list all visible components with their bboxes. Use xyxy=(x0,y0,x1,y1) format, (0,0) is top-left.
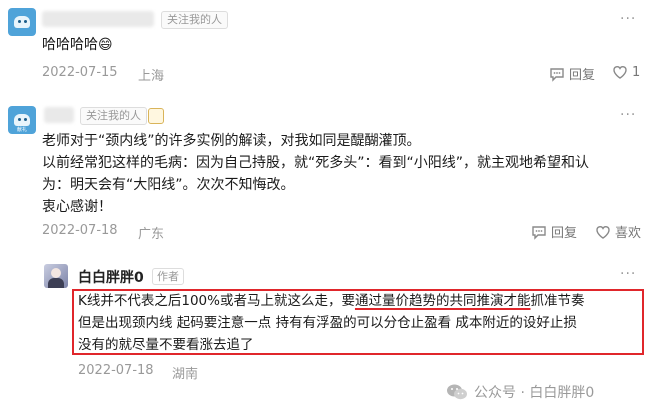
reply-icon xyxy=(550,67,564,82)
like-button[interactable]: 1 xyxy=(612,64,640,80)
laugh-emoji-icon: 😄 xyxy=(98,37,113,53)
follow-badge: 关注我的人 xyxy=(80,107,147,125)
highlighted-phrase: 通过量价趋势的共同推演才能 xyxy=(354,293,531,309)
watermark: 公众号 · 白白胖胖0 xyxy=(446,382,594,402)
author-badge: 作者 xyxy=(152,268,184,285)
like-count: 1 xyxy=(632,64,641,80)
reply-location: 湖南 xyxy=(172,367,199,382)
comment-text: 老师对于“颈内线”的许多实例的解读，对我如同是醍醐灌顶。 以前经常犯这样的毛病：… xyxy=(42,133,590,215)
more-options-icon[interactable]: ··· xyxy=(620,266,636,282)
like-button[interactable]: 喜欢 xyxy=(595,222,641,241)
avatar-caption: 献礼 xyxy=(17,127,28,133)
more-options-icon[interactable]: ··· xyxy=(620,107,636,123)
comment-date: 2022-07-18 xyxy=(42,223,118,238)
commenter-name-blurred xyxy=(44,107,74,123)
author-reply-text: K线并不代表之后100%或者马上就这么走，要通过量价趋势的共同推演才能抓准节奏 … xyxy=(78,293,585,353)
more-options-icon[interactable]: ··· xyxy=(620,11,636,27)
follow-badge: 关注我的人 xyxy=(161,11,228,29)
commenter-name-blurred xyxy=(42,11,154,27)
comment-location: 上海 xyxy=(138,69,165,84)
like-label: 喜欢 xyxy=(615,226,642,241)
comment-text: 哈哈哈哈😄 xyxy=(42,37,113,53)
reply-button[interactable]: 回复 xyxy=(531,222,577,241)
reply-label: 回复 xyxy=(551,226,578,241)
watermark-text: 公众号 · 白白胖胖0 xyxy=(474,385,595,401)
commenter-avatar[interactable] xyxy=(8,8,36,36)
comment-date: 2022-07-15 xyxy=(42,65,118,80)
reply-icon xyxy=(532,225,546,240)
heart-icon xyxy=(613,66,627,79)
reply-date: 2022-07-18 xyxy=(78,363,154,378)
author-avatar[interactable] xyxy=(44,264,68,288)
wechat-icon xyxy=(447,384,467,400)
comment-location: 广东 xyxy=(138,227,165,242)
reply-label: 回复 xyxy=(569,68,596,83)
level-badge-icon xyxy=(148,108,164,124)
commenter-avatar[interactable]: 献礼 xyxy=(8,106,36,134)
author-name[interactable]: 白白胖胖0 xyxy=(78,267,144,287)
reply-button[interactable]: 回复 xyxy=(549,64,595,83)
heart-icon xyxy=(596,225,610,239)
